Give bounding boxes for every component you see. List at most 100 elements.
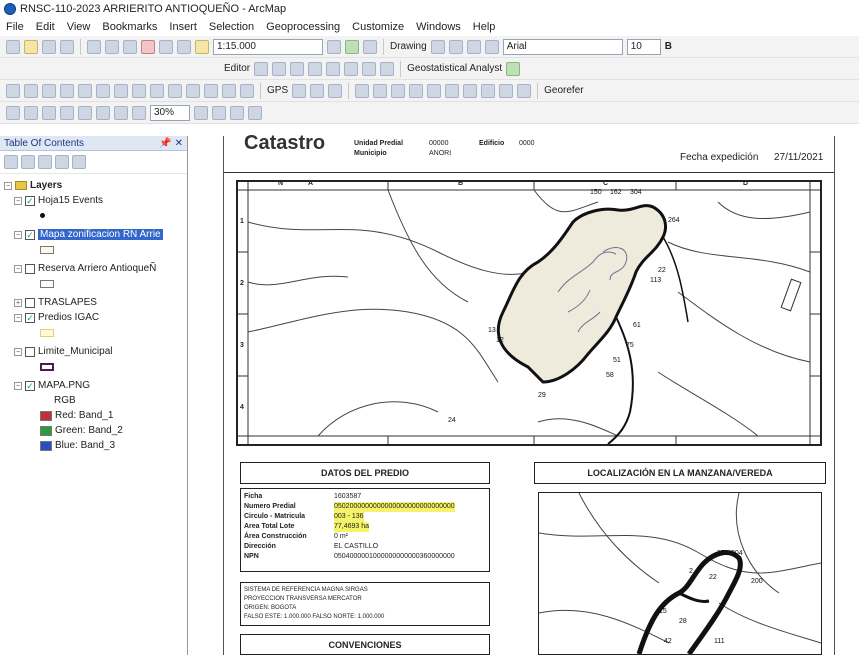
table-of-contents-icon[interactable] xyxy=(345,39,359,54)
layer-visibility-checkbox[interactable]: ✓ xyxy=(25,229,35,240)
options-icon[interactable] xyxy=(72,155,86,169)
add-data-icon[interactable] xyxy=(195,39,209,54)
split-icon[interactable] xyxy=(308,61,323,76)
collapse-icon[interactable]: − xyxy=(14,230,22,239)
editor-toolbar-icon[interactable] xyxy=(327,39,341,54)
font-name-combo[interactable]: Arial xyxy=(502,38,623,55)
select-features-icon[interactable] xyxy=(150,83,164,98)
layout-zoom-in-icon[interactable] xyxy=(6,105,20,120)
measure-grid-icon[interactable] xyxy=(427,83,442,98)
back-extent-icon[interactable] xyxy=(114,83,128,98)
zoom-percent-combo[interactable]: 30% xyxy=(150,104,190,121)
attributes-icon[interactable] xyxy=(344,61,359,76)
geostatistical-analyst-menu[interactable]: Geostatistical Analyst xyxy=(407,63,502,74)
layout-forward-icon[interactable] xyxy=(114,105,128,120)
font-size-combo[interactable]: 10 xyxy=(626,38,661,55)
list-by-visibility-icon[interactable] xyxy=(38,155,52,169)
gps-position-icon[interactable] xyxy=(310,83,325,98)
pan-icon[interactable] xyxy=(42,83,56,98)
list-by-drawing-order-icon[interactable] xyxy=(4,155,18,169)
expand-icon[interactable]: + xyxy=(14,298,22,307)
collapse-icon[interactable]: − xyxy=(14,347,22,356)
menu-insert[interactable]: Insert xyxy=(169,21,197,33)
grid-icon[interactable] xyxy=(373,83,388,98)
catalog-icon[interactable] xyxy=(363,39,377,54)
snapping-icon[interactable] xyxy=(355,83,370,98)
fixed-zoom-out-icon[interactable] xyxy=(96,83,110,98)
data-driven-pages-icon[interactable] xyxy=(230,105,244,120)
delete-icon[interactable] xyxy=(141,39,155,54)
identify-icon[interactable] xyxy=(204,83,218,98)
paste-icon[interactable] xyxy=(123,39,137,54)
layout-zoom-out-icon[interactable] xyxy=(24,105,38,120)
globe-icon[interactable] xyxy=(481,83,496,98)
list-by-selection-icon[interactable] xyxy=(55,155,69,169)
layer-visibility-checkbox[interactable] xyxy=(25,263,35,274)
select-elements-icon[interactable] xyxy=(430,39,445,54)
find-icon[interactable] xyxy=(222,83,236,98)
layer-icon[interactable] xyxy=(409,83,424,98)
select-pointer-icon[interactable] xyxy=(186,83,200,98)
georeferencing-menu[interactable]: Georefer xyxy=(544,85,583,96)
layout-icon[interactable] xyxy=(499,83,514,98)
zoom-in-icon[interactable] xyxy=(6,83,20,98)
rotate-feature-icon[interactable] xyxy=(326,61,341,76)
layer-visibility-checkbox[interactable]: ✓ xyxy=(25,195,35,206)
print-icon[interactable] xyxy=(60,39,74,54)
layout-pan-icon[interactable] xyxy=(42,105,56,120)
collapse-icon[interactable]: − xyxy=(14,381,22,390)
cut-icon[interactable] xyxy=(87,39,101,54)
full-extent-icon[interactable] xyxy=(60,83,74,98)
new-document-icon[interactable] xyxy=(6,39,20,54)
collapse-icon[interactable]: − xyxy=(14,313,22,322)
layer-visibility-checkbox[interactable] xyxy=(25,346,35,357)
open-icon[interactable] xyxy=(24,39,38,54)
clear-selection-icon[interactable] xyxy=(168,83,182,98)
guides-icon[interactable] xyxy=(391,83,406,98)
map-layout-view[interactable]: Catastro Unidad Predial 00000 Edificio 0… xyxy=(189,132,859,655)
menu-windows[interactable]: Windows xyxy=(416,21,461,33)
layer-visibility-checkbox[interactable] xyxy=(25,297,35,308)
menu-selection[interactable]: Selection xyxy=(209,21,254,33)
layers-root[interactable]: − Layers xyxy=(4,178,187,193)
list-by-source-icon[interactable] xyxy=(21,155,35,169)
gps-menu[interactable]: GPS xyxy=(267,85,288,96)
toc-close-icon[interactable]: 📌 ✕ xyxy=(159,138,183,149)
layout-back-icon[interactable] xyxy=(96,105,110,120)
toggle-draft-icon[interactable] xyxy=(194,105,208,120)
edit-tool-icon[interactable] xyxy=(254,61,269,76)
collapse-icon[interactable]: − xyxy=(14,264,22,273)
layer-traslapes[interactable]: + TRASLAPES xyxy=(4,295,187,310)
topology-icon[interactable] xyxy=(380,61,395,76)
sketch-tool-icon[interactable] xyxy=(272,61,287,76)
drawing-menu[interactable]: Drawing xyxy=(390,41,427,52)
sketch-properties-icon[interactable] xyxy=(362,61,377,76)
save-icon[interactable] xyxy=(42,39,56,54)
scale-combo[interactable]: 1:15.000 xyxy=(213,38,323,55)
forward-extent-icon[interactable] xyxy=(132,83,146,98)
undo-icon[interactable] xyxy=(159,39,173,54)
dataframe-icon[interactable] xyxy=(463,83,478,98)
gps-icon[interactable] xyxy=(292,83,307,98)
menu-edit[interactable]: Edit xyxy=(36,21,55,33)
change-layout-icon[interactable] xyxy=(212,105,226,120)
rotate-icon[interactable] xyxy=(448,39,463,54)
layer-predios-igac[interactable]: − ✓ Predios IGAC xyxy=(4,310,187,325)
measure-icon[interactable] xyxy=(240,83,254,98)
print-preview-icon[interactable] xyxy=(248,105,262,120)
menu-file[interactable]: File xyxy=(6,21,24,33)
zoom-out-icon[interactable] xyxy=(24,83,38,98)
redo-icon[interactable] xyxy=(177,39,191,54)
collapse-icon[interactable]: − xyxy=(4,181,12,190)
menu-geoprocessing[interactable]: Geoprocessing xyxy=(266,21,340,33)
fixed-zoom-in-icon[interactable] xyxy=(78,83,92,98)
layer-limite-municipal[interactable]: − Limite_Municipal xyxy=(4,344,187,359)
copy-icon[interactable] xyxy=(105,39,119,54)
layer-visibility-checkbox[interactable]: ✓ xyxy=(25,312,35,323)
vertex-icon[interactable] xyxy=(290,61,305,76)
layer-visibility-checkbox[interactable]: ✓ xyxy=(25,380,35,391)
scale-bar-icon[interactable] xyxy=(517,83,532,98)
menu-help[interactable]: Help xyxy=(473,21,496,33)
menu-view[interactable]: View xyxy=(67,21,91,33)
table-icon[interactable] xyxy=(445,83,460,98)
